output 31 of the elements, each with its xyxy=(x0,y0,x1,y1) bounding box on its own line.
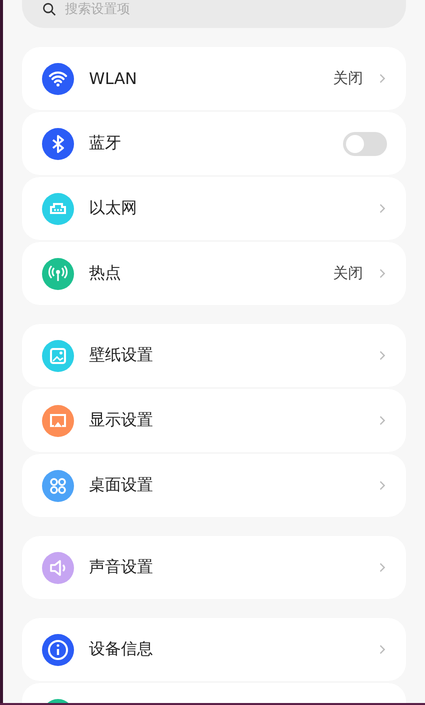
toggle-switch[interactable] xyxy=(343,132,387,156)
settings-row[interactable]: 蓝牙 xyxy=(22,112,406,175)
settings-row[interactable]: 桌面设置 xyxy=(22,454,406,517)
row-label: 热点 xyxy=(89,263,121,284)
settings-row[interactable]: 壁纸设置 xyxy=(22,324,406,387)
settings-row[interactable]: WLAN 关闭 xyxy=(22,47,406,110)
row-label: 以太网 xyxy=(89,198,137,219)
search-icon xyxy=(42,2,56,16)
row-label: 壁纸设置 xyxy=(89,345,153,366)
chevron-icon xyxy=(379,562,386,573)
row-label: 显示设置 xyxy=(89,410,153,431)
chevron-icon xyxy=(379,203,386,214)
row-label: WLAN xyxy=(89,69,138,88)
status-value: 关闭 xyxy=(333,69,363,88)
search-placeholder: 搜索设置项 xyxy=(65,2,130,17)
chevron-icon xyxy=(379,480,386,491)
status-value: 关闭 xyxy=(333,264,363,283)
chevron-icon xyxy=(379,644,386,655)
settings-row[interactable]: 以太网 xyxy=(22,177,406,240)
row-label: 蓝牙 xyxy=(89,133,121,154)
chevron-icon xyxy=(379,73,386,84)
row-label: 设备信息 xyxy=(89,639,153,660)
chevron-icon xyxy=(379,350,386,361)
settings-row[interactable]: 设备信息 xyxy=(22,618,406,681)
settings-row[interactable]: 热点 关闭 xyxy=(22,242,406,305)
chevron-icon xyxy=(379,268,386,279)
row-label: 声音设置 xyxy=(89,557,153,578)
chevron-icon xyxy=(379,415,386,426)
settings-row[interactable]: 显示设置 xyxy=(22,389,406,452)
settings-row[interactable]: 声音设置 xyxy=(22,536,406,599)
row-label: 桌面设置 xyxy=(89,475,153,496)
